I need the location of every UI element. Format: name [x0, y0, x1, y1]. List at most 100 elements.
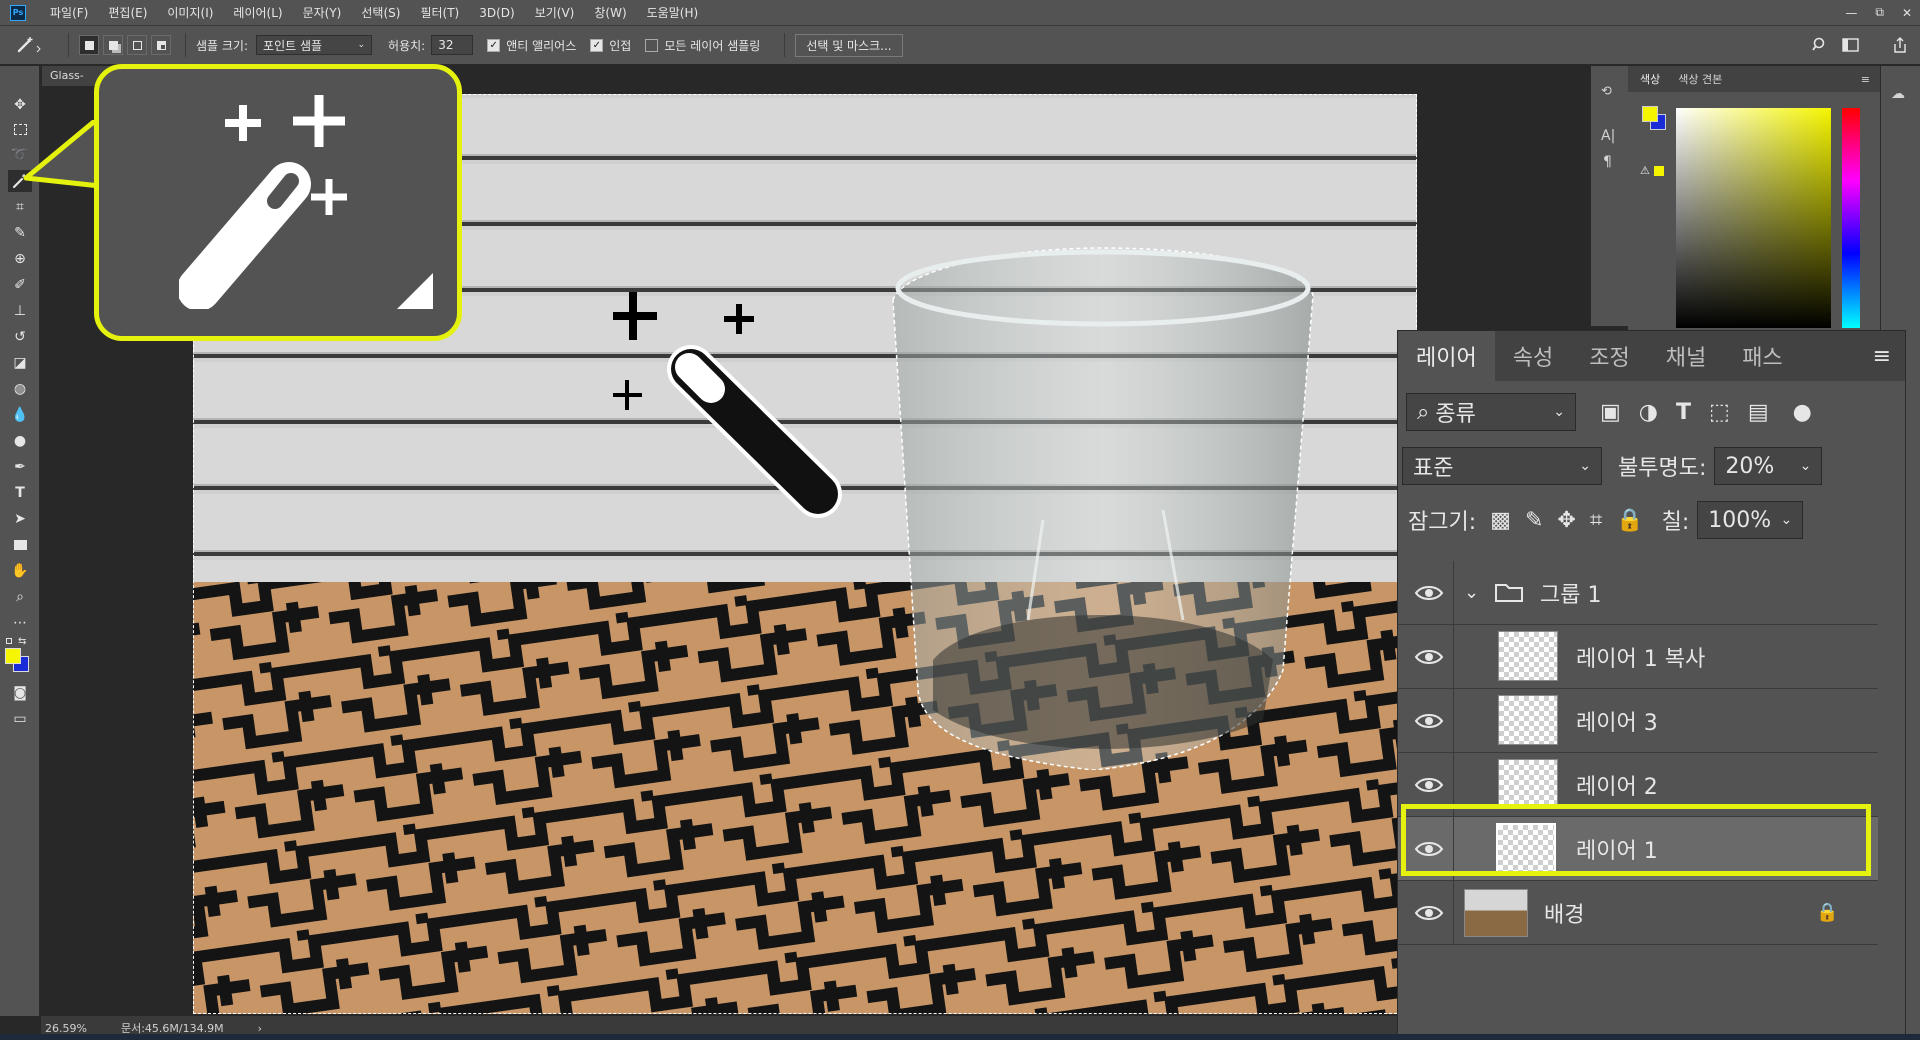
- menu-window[interactable]: 창(W): [584, 4, 636, 21]
- contiguous-checkbox[interactable]: ✓: [590, 38, 604, 52]
- tab-layers[interactable]: 레이어: [1398, 331, 1495, 381]
- filter-toggle-icon[interactable]: ●: [1793, 400, 1812, 425]
- visibility-eye-icon[interactable]: [1414, 775, 1444, 795]
- magic-wand-preset-icon[interactable]: [16, 36, 44, 54]
- contiguous-option[interactable]: ✓ 인접: [590, 37, 631, 54]
- layer-row[interactable]: 레이어 1 복사: [1398, 625, 1878, 689]
- visibility-eye-icon[interactable]: [1414, 839, 1444, 859]
- panel-menu-icon[interactable]: ≡: [1873, 344, 1891, 369]
- more-tools-icon[interactable]: ⋯: [8, 612, 32, 634]
- menu-3d[interactable]: 3D(D): [469, 6, 524, 20]
- default-colors-icon[interactable]: [6, 638, 12, 644]
- share-icon[interactable]: [1892, 36, 1908, 57]
- add-selection-icon[interactable]: [103, 35, 123, 55]
- new-selection-icon[interactable]: [79, 35, 99, 55]
- paint-bucket-icon[interactable]: ◍: [8, 378, 32, 400]
- zoom-level[interactable]: 26.59%: [45, 1022, 87, 1035]
- screen-mode-icon[interactable]: ▭: [8, 708, 32, 730]
- layer-row-group[interactable]: ⌄ 그룹 1: [1398, 561, 1878, 625]
- antialias-option[interactable]: ✓ 앤티 앨리어스: [487, 37, 576, 54]
- brush-tool-icon[interactable]: ✐: [8, 274, 32, 296]
- sample-size-select[interactable]: 포인트 샘플 ⌄: [256, 35, 373, 55]
- menu-image[interactable]: 이미지(I): [157, 4, 223, 21]
- filter-adjustment-icon[interactable]: ◑: [1639, 400, 1658, 425]
- quick-mask-icon[interactable]: ◙: [8, 682, 32, 704]
- eyedropper-tool-icon[interactable]: ✎: [8, 222, 32, 244]
- type-tool-icon[interactable]: T: [8, 482, 32, 504]
- tab-properties[interactable]: 속성: [1495, 331, 1571, 381]
- menu-type[interactable]: 문자(Y): [293, 4, 352, 21]
- layer-row[interactable]: 레이어 3: [1398, 689, 1878, 753]
- character-icon[interactable]: A|: [1601, 128, 1615, 144]
- restore-button[interactable]: ⧉: [1875, 5, 1884, 20]
- hand-tool-icon[interactable]: ✋: [8, 560, 32, 582]
- workspace-icon[interactable]: [1842, 38, 1860, 55]
- select-and-mask-button[interactable]: 선택 및 마스크...: [795, 33, 903, 57]
- zoom-tool-icon[interactable]: ⌕: [8, 586, 32, 608]
- filter-smartobject-icon[interactable]: ▤: [1748, 400, 1769, 425]
- status-arrow[interactable]: ›: [258, 1022, 262, 1035]
- move-tool-icon[interactable]: ✥: [8, 94, 32, 116]
- search-icon[interactable]: [1812, 37, 1828, 56]
- opacity-input[interactable]: 20% ⌄: [1714, 447, 1823, 485]
- lock-image-icon[interactable]: ✎: [1525, 508, 1543, 533]
- minimize-button[interactable]: —: [1845, 6, 1857, 20]
- chevron-down-icon[interactable]: ⌄: [1800, 458, 1812, 474]
- visibility-eye-icon[interactable]: [1414, 647, 1444, 667]
- filter-type-icon[interactable]: T: [1676, 400, 1691, 425]
- menu-view[interactable]: 보기(V): [525, 4, 585, 21]
- swap-colors-icon[interactable]: ⇆: [18, 636, 26, 647]
- menu-file[interactable]: 파일(F): [40, 4, 98, 21]
- healing-brush-icon[interactable]: ⊕: [8, 248, 32, 270]
- tab-adjustments[interactable]: 조정: [1571, 331, 1647, 381]
- eraser-tool-icon[interactable]: ◪: [8, 352, 32, 374]
- lock-artboard-icon[interactable]: ⌗: [1590, 508, 1602, 533]
- history-brush-icon[interactable]: ↺: [8, 326, 32, 348]
- layer-row-background[interactable]: 배경 🔒: [1398, 881, 1878, 945]
- chevron-down-icon[interactable]: ⌄: [1781, 512, 1793, 528]
- subtract-selection-icon[interactable]: [127, 35, 147, 55]
- tolerance-input[interactable]: 32: [431, 35, 474, 55]
- menu-layer[interactable]: 레이어(L): [223, 4, 292, 21]
- close-button[interactable]: ✕: [1902, 6, 1912, 20]
- visibility-eye-icon[interactable]: [1414, 711, 1444, 731]
- tab-paths[interactable]: 패스: [1724, 331, 1800, 381]
- lock-all-icon[interactable]: 🔒: [1616, 508, 1643, 533]
- sample-all-layers-option[interactable]: 모든 레이어 샘플링: [645, 37, 760, 54]
- blend-mode-select[interactable]: 표준 ⌄: [1402, 447, 1602, 485]
- blur-tool-icon[interactable]: 💧: [8, 404, 32, 426]
- chevron-down-icon[interactable]: ⌄: [1464, 582, 1479, 603]
- rectangle-tool-icon[interactable]: [8, 534, 32, 556]
- menu-select[interactable]: 선택(S): [351, 4, 410, 21]
- layer-row-selected[interactable]: 레이어 1: [1398, 817, 1878, 881]
- layer-row[interactable]: 레이어 2: [1398, 753, 1878, 817]
- fill-input[interactable]: 100% ⌄: [1697, 501, 1804, 539]
- lock-position-icon[interactable]: ✥: [1557, 508, 1575, 533]
- sample-all-layers-checkbox[interactable]: [645, 38, 659, 52]
- visibility-eye-icon[interactable]: [1414, 903, 1444, 923]
- dodge-tool-icon[interactable]: ●: [8, 430, 32, 452]
- hue-slider[interactable]: [1842, 108, 1860, 328]
- menu-help[interactable]: 도움말(H): [637, 4, 709, 21]
- lock-transparent-icon[interactable]: ▩: [1490, 508, 1511, 533]
- intersect-selection-icon[interactable]: [151, 35, 171, 55]
- color-fg-swatch[interactable]: [1642, 106, 1658, 122]
- gamut-swatch[interactable]: [1654, 166, 1664, 176]
- history-icon[interactable]: ⟲: [1601, 84, 1612, 99]
- pen-tool-icon[interactable]: ✒: [8, 456, 32, 478]
- foreground-color-swatch[interactable]: [5, 648, 21, 664]
- panel-menu-icon[interactable]: ≡: [1861, 73, 1870, 86]
- tab-swatches[interactable]: 색상 견본: [1678, 71, 1722, 87]
- tab-color[interactable]: 색상: [1640, 71, 1660, 87]
- tab-channels[interactable]: 채널: [1648, 331, 1724, 381]
- antialias-checkbox[interactable]: ✓: [487, 38, 501, 52]
- filter-shape-icon[interactable]: ⬚: [1709, 400, 1730, 425]
- filter-kind-select[interactable]: ⌕ 종류 ⌄: [1406, 393, 1576, 431]
- menu-filter[interactable]: 필터(T): [410, 4, 469, 21]
- path-selection-icon[interactable]: ➤: [8, 508, 32, 530]
- clone-stamp-icon[interactable]: ⊥: [8, 300, 32, 322]
- filter-pixel-icon[interactable]: ▣: [1600, 400, 1621, 425]
- visibility-eye-icon[interactable]: [1414, 583, 1444, 603]
- libraries-icon[interactable]: ☁: [1891, 86, 1905, 102]
- menu-edit[interactable]: 편집(E): [98, 4, 157, 21]
